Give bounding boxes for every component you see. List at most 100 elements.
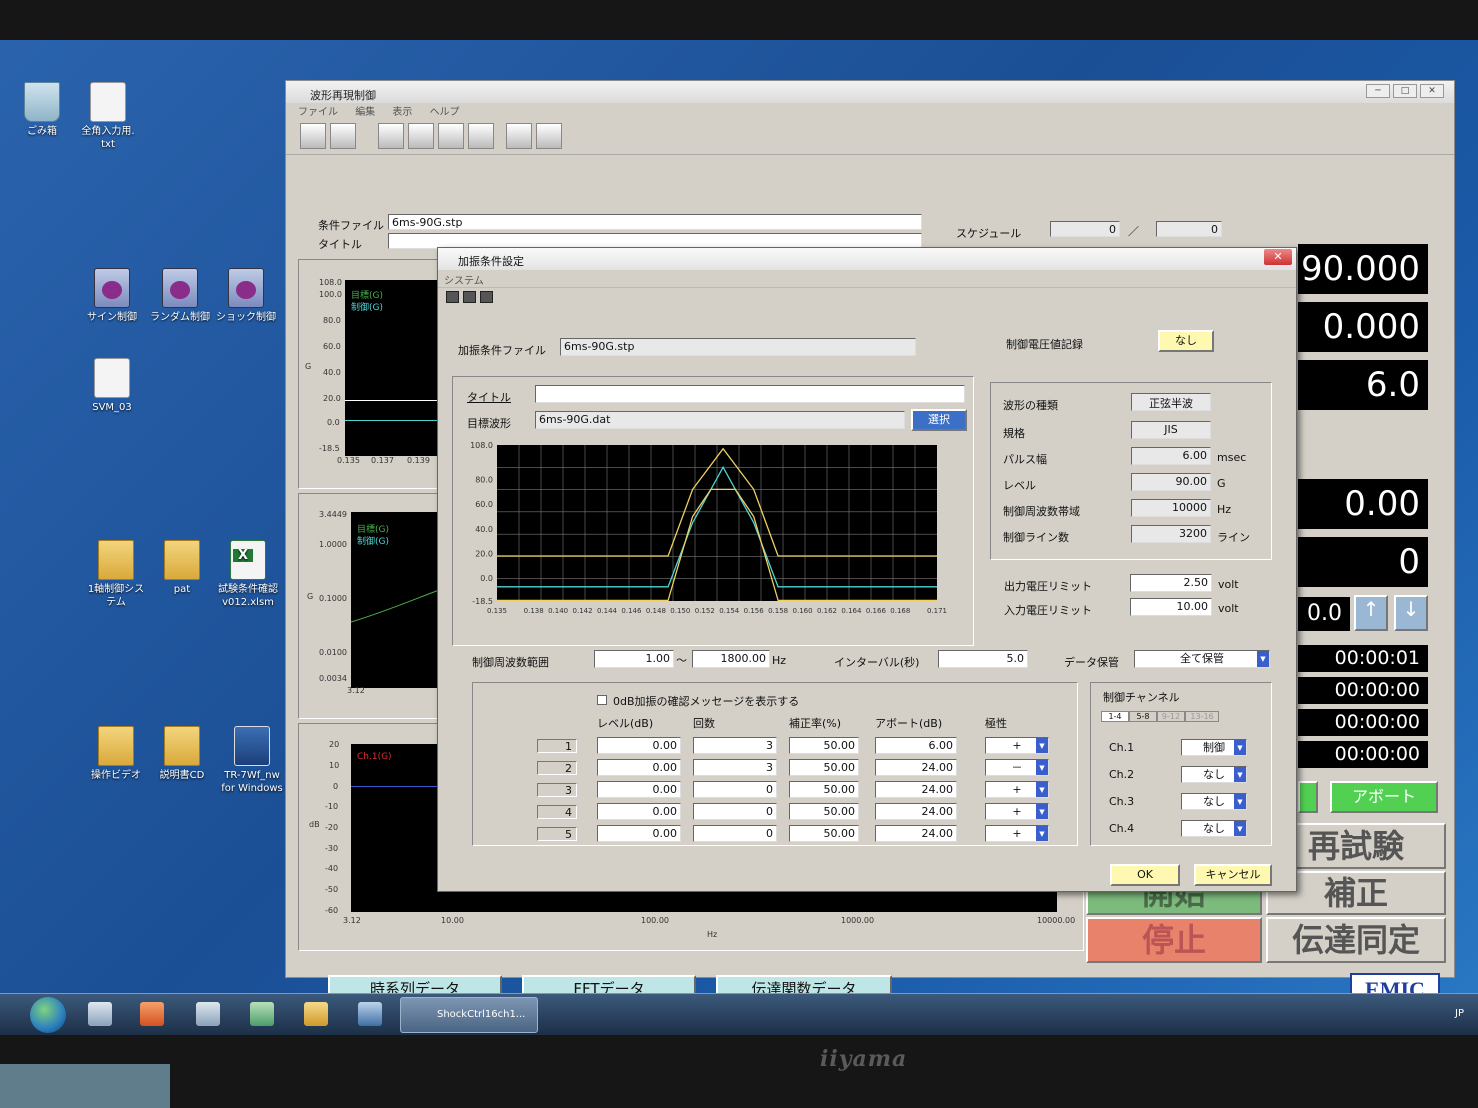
level-cell[interactable]: 0.00 bbox=[597, 803, 681, 820]
correction-cell[interactable]: 50.00 bbox=[789, 737, 859, 754]
dlg-title-field[interactable] bbox=[535, 385, 965, 403]
correction-cell[interactable]: 50.00 bbox=[789, 759, 859, 776]
tab-ch13-16[interactable]: 13-16 bbox=[1185, 711, 1219, 722]
standard-label: 規格 bbox=[1003, 427, 1025, 440]
settings-icon[interactable] bbox=[377, 123, 404, 149]
desktop-icon-folder-manual[interactable]: 説明書CD bbox=[144, 726, 220, 782]
desktop-icon-shock-control[interactable]: ショック制御 bbox=[208, 268, 284, 324]
abort-cell[interactable]: 6.00 bbox=[875, 737, 957, 754]
correction-cell[interactable]: 50.00 bbox=[789, 825, 859, 842]
output-limit-field[interactable]: 2.50 bbox=[1130, 574, 1212, 592]
tab-ch9-12[interactable]: 9-12 bbox=[1157, 711, 1185, 722]
polarity-select[interactable]: － bbox=[985, 759, 1049, 776]
polarity-select[interactable]: + bbox=[985, 781, 1049, 798]
network-icon[interactable] bbox=[358, 1002, 382, 1026]
level-cell[interactable]: 0.00 bbox=[597, 781, 681, 798]
abort-cell[interactable]: 24.00 bbox=[875, 759, 957, 776]
menu-view[interactable]: 表示 bbox=[392, 107, 412, 118]
list-icon[interactable] bbox=[535, 123, 562, 149]
down-arrow-button[interactable]: ↓ bbox=[1394, 595, 1428, 631]
count-cell[interactable]: 0 bbox=[693, 781, 777, 798]
desktop-icon-excel[interactable]: 試験条件確認 v012.xlsm bbox=[210, 540, 286, 609]
start-button[interactable] bbox=[30, 997, 66, 1033]
count-cell[interactable]: 0 bbox=[693, 825, 777, 842]
freq-max-field[interactable]: 1800.00 bbox=[692, 650, 770, 668]
polarity-select[interactable]: + bbox=[985, 825, 1049, 842]
condition-file-field[interactable]: 6ms-90G.stp bbox=[388, 214, 922, 230]
chart-x-tick: 0.142 bbox=[573, 607, 593, 615]
freq-min-field[interactable]: 1.00 bbox=[594, 650, 674, 668]
computer-icon[interactable] bbox=[407, 123, 434, 149]
wave-type-label: 波形の種類 bbox=[1003, 399, 1058, 412]
media-player-icon[interactable] bbox=[140, 1002, 164, 1026]
level-cell[interactable]: 0.00 bbox=[597, 759, 681, 776]
maximize-button[interactable]: □ bbox=[1393, 84, 1417, 98]
desktop-icon-folder-pat[interactable]: pat bbox=[144, 540, 220, 596]
channel-select[interactable]: なし bbox=[1181, 766, 1247, 783]
y-tick: 108.0 bbox=[319, 278, 342, 287]
desktop-icon-random-control[interactable]: ランダム制御 bbox=[142, 268, 218, 324]
paint-icon[interactable] bbox=[88, 1002, 112, 1026]
desktop-icon-text-file[interactable]: 全角入力用. txt bbox=[70, 82, 146, 151]
tab-ch5-8[interactable]: 5-8 bbox=[1129, 711, 1157, 722]
correction-cell[interactable]: 50.00 bbox=[789, 803, 859, 820]
voltage-record-button[interactable]: なし bbox=[1158, 330, 1214, 352]
desktop-icon-sine-control[interactable]: サイン制御 bbox=[74, 268, 150, 324]
polarity-select[interactable]: + bbox=[985, 737, 1049, 754]
abort-cell[interactable]: 24.00 bbox=[875, 803, 957, 820]
abort-cell[interactable]: 24.00 bbox=[875, 825, 957, 842]
print-icon[interactable] bbox=[446, 291, 459, 303]
start-indicator bbox=[1298, 781, 1318, 813]
correction-cell[interactable]: 50.00 bbox=[789, 781, 859, 798]
up-arrow-button[interactable]: ↑ bbox=[1354, 595, 1388, 631]
channel-select[interactable]: なし bbox=[1181, 793, 1247, 810]
ime-indicator[interactable]: JP bbox=[1455, 1008, 1464, 1019]
menu-edit[interactable]: 編集 bbox=[355, 107, 375, 118]
data-save-select[interactable]: 全て保管 bbox=[1134, 650, 1270, 668]
level-cell[interactable]: 0.00 bbox=[597, 825, 681, 842]
close-button[interactable]: ✕ bbox=[1420, 84, 1444, 98]
count-cell[interactable]: 3 bbox=[693, 759, 777, 776]
desktop-icon-tr-app[interactable]: TR-7Wf_nw for Windows bbox=[214, 726, 290, 795]
desktop-icon-svm-file[interactable]: SVM_03 bbox=[74, 358, 150, 414]
calculator-icon[interactable] bbox=[196, 1002, 220, 1026]
notes-icon[interactable] bbox=[250, 1002, 274, 1026]
chart-y-tick: 40.0 bbox=[475, 525, 493, 534]
count-cell[interactable]: 3 bbox=[693, 737, 777, 754]
channel-select[interactable]: なし bbox=[1181, 820, 1247, 837]
signal-icon[interactable] bbox=[437, 123, 464, 149]
wave-parameters-panel: 波形の種類 正弦半波 規格 JIS パルス幅 6.00 msec レベル 90.… bbox=[990, 382, 1272, 560]
ok-button[interactable]: OK bbox=[1110, 864, 1180, 886]
open-icon[interactable] bbox=[463, 291, 476, 303]
monitor-icon[interactable] bbox=[505, 123, 532, 149]
select-button[interactable]: 選択 bbox=[911, 409, 967, 431]
open-icon[interactable] bbox=[300, 123, 326, 149]
dialog-close-button[interactable]: ✕ bbox=[1264, 249, 1292, 265]
abort-cell[interactable]: 24.00 bbox=[875, 781, 957, 798]
menu-system[interactable]: システム bbox=[444, 276, 484, 287]
explorer-icon[interactable] bbox=[304, 1002, 328, 1026]
chart-icon[interactable] bbox=[467, 123, 494, 149]
cancel-button[interactable]: キャンセル bbox=[1194, 864, 1272, 886]
desktop-icon-recycle-bin[interactable]: ごみ箱 bbox=[4, 82, 80, 138]
abort-button[interactable]: アボート bbox=[1330, 781, 1438, 813]
save-icon[interactable] bbox=[480, 291, 493, 303]
menu-file[interactable]: ファイル bbox=[298, 107, 338, 118]
folder-icon bbox=[98, 540, 134, 580]
confirm-checkbox[interactable] bbox=[597, 695, 607, 705]
input-limit-field[interactable]: 10.00 bbox=[1130, 598, 1212, 616]
taskbar-shock-ctrl[interactable]: ShockCtrl16ch1... bbox=[400, 997, 538, 1033]
polarity-select[interactable]: + bbox=[985, 803, 1049, 820]
tab-ch1-4[interactable]: 1-4 bbox=[1101, 711, 1129, 722]
transfer-identify-button[interactable]: 伝達同定 bbox=[1266, 917, 1446, 963]
desktop-icon-folder-1axis[interactable]: 1軸制御シス テム bbox=[78, 540, 154, 609]
desktop-icon-folder-video[interactable]: 操作ビデオ bbox=[78, 726, 154, 782]
interval-field[interactable]: 5.0 bbox=[938, 650, 1028, 668]
channel-select[interactable]: 制御 bbox=[1181, 739, 1247, 756]
menu-help[interactable]: ヘルプ bbox=[430, 107, 460, 118]
stop-button[interactable]: 停止 bbox=[1086, 917, 1262, 963]
print-icon[interactable] bbox=[330, 123, 356, 149]
minimize-button[interactable]: ─ bbox=[1366, 84, 1390, 98]
level-cell[interactable]: 0.00 bbox=[597, 737, 681, 754]
count-cell[interactable]: 0 bbox=[693, 803, 777, 820]
